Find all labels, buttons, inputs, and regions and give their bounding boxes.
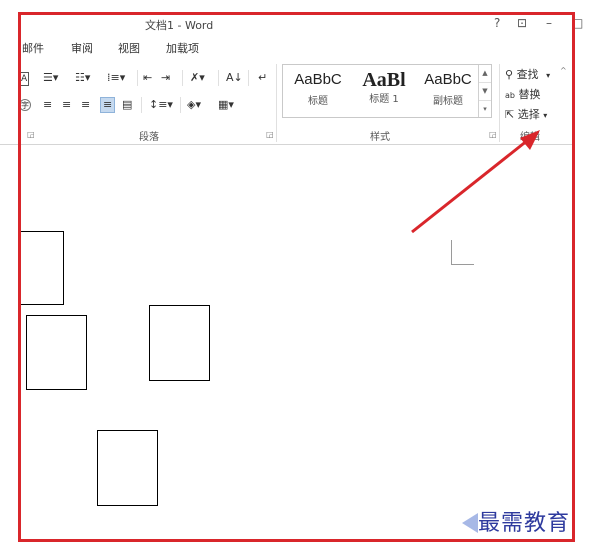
highlight-frame xyxy=(18,12,575,542)
watermark-text: 最需教育 xyxy=(478,511,571,536)
watermark-logo-icon xyxy=(462,513,478,533)
watermark: 最需教育 xyxy=(460,505,598,545)
